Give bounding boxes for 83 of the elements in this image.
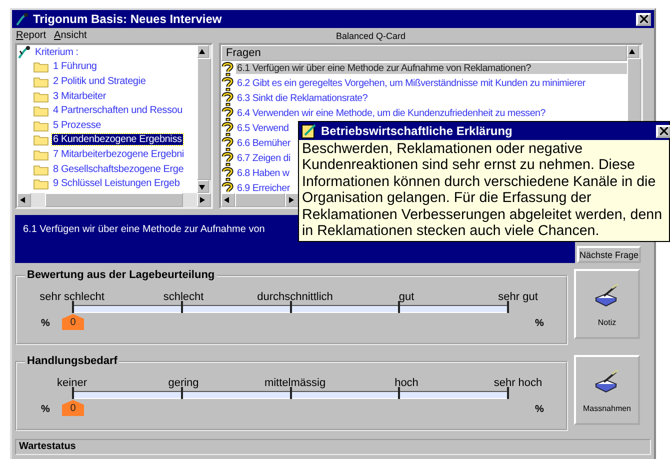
- scale-label: sehr hoch: [494, 377, 542, 389]
- status-text: Wartestatus: [19, 441, 76, 452]
- next-question-button[interactable]: Nächste Frage: [577, 246, 641, 263]
- scale-label: sehr gut: [498, 291, 538, 303]
- close-button[interactable]: [636, 12, 651, 26]
- question-icon: [221, 106, 235, 120]
- percent-label: %: [41, 404, 51, 417]
- folder-icon: [33, 133, 49, 146]
- question-item[interactable]: 6.7 Zeigen di: [236, 153, 292, 164]
- percent-label: %: [41, 318, 51, 331]
- caption-text: Balanced Q-Card: [336, 30, 406, 40]
- menu-item[interactable]: Ansicht: [54, 30, 87, 41]
- tree-item[interactable]: 5 Prozesse: [52, 120, 102, 131]
- window-title: Trigonum Basis: Neues Interview: [33, 12, 223, 26]
- arrow-right-icon[interactable]: [286, 196, 294, 204]
- group-title: Handlungsbedarf: [25, 355, 120, 367]
- tree-item[interactable]: 9 Schlüssel Leistungen Ergeb: [52, 178, 181, 190]
- close-button[interactable]: [656, 124, 670, 138]
- question-item[interactable]: 6.5 Verwend: [236, 123, 290, 134]
- scale-label: hoch: [394, 377, 418, 389]
- question-text: 6.1 Verfügen wir über eine Methode zur Aufnahme von: [23, 224, 265, 235]
- question-icon: [221, 182, 235, 193]
- horizontal-scrollbar[interactable]: [17, 193, 211, 207]
- arrow-left-icon[interactable]: [222, 196, 230, 204]
- question-icon: [221, 166, 235, 180]
- tree-item[interactable]: 3 Mitarbeiter: [52, 90, 107, 102]
- criteria-icon: [17, 45, 31, 60]
- folder-icon: [33, 90, 49, 103]
- folder-icon: [33, 118, 49, 132]
- percent-label: %: [535, 404, 545, 417]
- scale-label: sehr schlecht: [40, 291, 104, 303]
- scale-label: schlecht: [163, 291, 204, 303]
- folder-icon: [33, 162, 49, 176]
- percent-label: %: [535, 318, 545, 331]
- question-item[interactable]: 6.4 Verwenden wir eine Methode, um die Kundenzufriedenheit zu messen?: [236, 108, 546, 119]
- folder-icon: [33, 74, 49, 88]
- folder-icon: [33, 148, 49, 161]
- folder-icon: [33, 177, 49, 190]
- question-item[interactable]: 6.3 Sinkt die Reklamationsrate?: [236, 93, 369, 104]
- question-item[interactable]: 6.8 Haben w: [236, 168, 290, 179]
- folder-icon: [33, 104, 49, 118]
- horizontal-scrollbar[interactable]: [221, 193, 299, 207]
- tree-item[interactable]: 7 Mitarbeiterbezogene Ergebni: [52, 148, 185, 160]
- question-item[interactable]: 6.6 Bemüher: [236, 138, 292, 149]
- slider-thumb[interactable]: 0: [62, 400, 84, 416]
- popup-title: Betriebswirtschaftliche Erklärung: [321, 124, 514, 138]
- folder-icon: [33, 60, 49, 74]
- app-icon: [15, 12, 29, 26]
- explanation-text: Beschwerden, Reklamationen oder negative Kundenreaktionen sind sehr ernst zu nehmen. Diese Informationen können durch verschiedene Kanäle in die Organisation gelangen. Für die Erfassung der Reklamationen Verbesserungen abgeleitet werden, denn in Reklamationen stecken auch viele Chancen.: [301, 140, 664, 240]
- menu-item[interactable]: Report: [16, 30, 46, 41]
- group-title: Bewertung aus der Lagebeurteilung: [25, 269, 217, 281]
- vertical-scrollbar[interactable]: [197, 45, 211, 193]
- question-icon: [221, 76, 235, 90]
- tree-item[interactable]: 2 Politik und Strategie: [52, 76, 147, 87]
- tree-item[interactable]: 1 Führung: [52, 61, 98, 72]
- scale-label: gering: [168, 377, 199, 389]
- tree-item[interactable]: 8 Gesellschaftsbezogene Erge: [52, 164, 185, 175]
- scale-label: mittelmässig: [264, 377, 326, 389]
- slider-thumb[interactable]: 0: [62, 314, 84, 330]
- arrow-up-icon[interactable]: [198, 48, 206, 56]
- close-icon: [660, 127, 668, 135]
- close-icon: [640, 15, 648, 23]
- arrow-up-icon[interactable]: [628, 48, 636, 56]
- tree-item[interactable]: 6 Kundenbezogene Ergebniss: [52, 134, 183, 146]
- question-icon: [221, 136, 235, 150]
- scale-label: keiner: [57, 377, 87, 389]
- scale-label: durchschnittlich: [257, 291, 333, 303]
- arrow-right-icon[interactable]: [198, 196, 206, 204]
- tree-root[interactable]: Kriterium :: [34, 46, 80, 58]
- measures-button[interactable]: Massnahmen: [574, 355, 640, 425]
- question-icon: [221, 122, 235, 136]
- question-icon: [221, 92, 235, 106]
- column-header[interactable]: Fragen: [221, 45, 627, 61]
- tree-item[interactable]: 4 Partnerschaften und Ressou: [52, 105, 184, 116]
- question-item[interactable]: 6.2 Gibt es ein geregeltes Vorgehen, um Mißverständnisse mit Kunden zu minimierer: [236, 78, 586, 89]
- note-button[interactable]: Notiz: [574, 269, 640, 339]
- question-item[interactable]: 6.1 Verfügen wir über eine Methode zur Aufnahme von Reklamationen?: [236, 63, 627, 74]
- arrow-left-icon[interactable]: [18, 196, 26, 204]
- arrow-down-icon[interactable]: [198, 182, 206, 190]
- question-icon: [221, 152, 235, 166]
- scale-label: gut: [398, 291, 414, 303]
- question-item[interactable]: 6.9 Erreicher: [236, 183, 291, 193]
- question-icon: [221, 62, 235, 76]
